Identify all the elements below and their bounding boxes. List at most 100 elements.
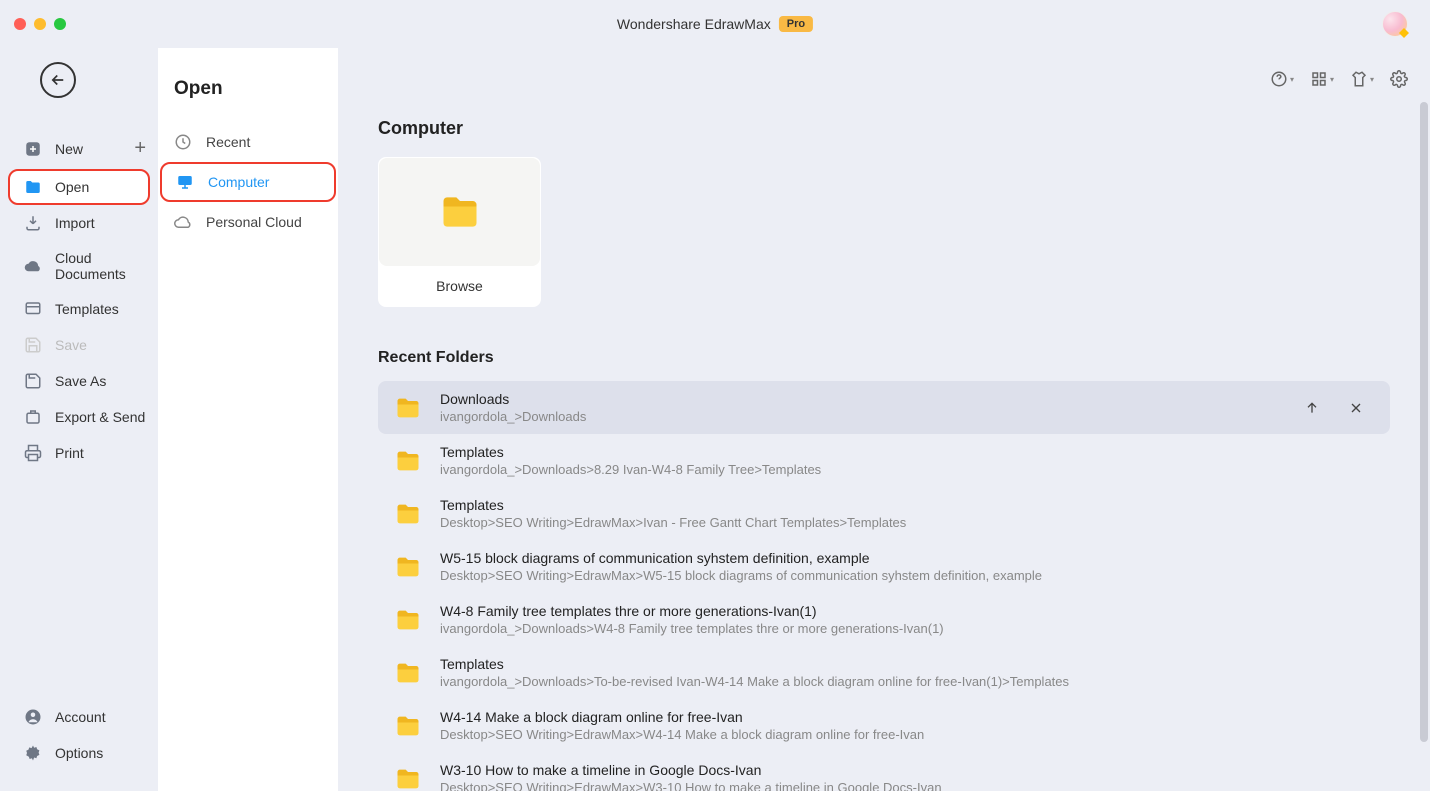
gear-icon	[24, 744, 42, 762]
browse-thumb	[379, 158, 540, 266]
folder-name: Templates	[440, 656, 1374, 672]
pin-up-icon[interactable]	[1304, 400, 1320, 416]
print-icon	[24, 444, 42, 462]
nav-sidebar: New + Open Import Cloud Documents Templa…	[0, 48, 158, 791]
folder-large-icon	[438, 190, 482, 234]
plus-square-icon	[24, 140, 42, 158]
open-item-label: Recent	[206, 134, 250, 150]
help-icon	[1270, 70, 1288, 88]
folder-text: W3-10 How to make a timeline in Google D…	[440, 762, 1374, 791]
monitor-icon	[176, 173, 194, 191]
shortcuts-menu[interactable]: ▾	[1310, 70, 1334, 88]
folder-name: Downloads	[440, 391, 1286, 407]
grid-icon	[1310, 70, 1328, 88]
folder-text: Downloads ivangordola_>Downloads	[440, 391, 1286, 424]
save-icon	[24, 336, 42, 354]
folder-name: W3-10 How to make a timeline in Google D…	[440, 762, 1374, 778]
folder-row[interactable]: Templates ivangordola_>Downloads>8.29 Iva…	[378, 434, 1390, 487]
scrollbar[interactable]	[1420, 102, 1428, 791]
folder-path: Desktop>SEO Writing>EdrawMax>Ivan - Free…	[440, 515, 1374, 530]
nav-item-cloud-documents[interactable]: Cloud Documents	[0, 241, 158, 291]
main-area: ▾ ▾ ▾ Computer Browse Recent Folders Dow…	[338, 48, 1430, 791]
folder-row[interactable]: W3-10 How to make a timeline in Google D…	[378, 752, 1390, 791]
nav-item-import[interactable]: Import	[0, 205, 158, 241]
minimize-window-button[interactable]	[34, 18, 46, 30]
folder-row[interactable]: W4-14 Make a block diagram online for fr…	[378, 699, 1390, 752]
cloud-outline-icon	[174, 213, 192, 231]
folder-name: W4-8 Family tree templates thre or more …	[440, 603, 1374, 619]
nav-label: Import	[55, 215, 95, 231]
maximize-window-button[interactable]	[54, 18, 66, 30]
folder-text: W5-15 block diagrams of communication sy…	[440, 550, 1374, 583]
toolbar-icons: ▾ ▾ ▾	[1270, 70, 1408, 88]
folder-icon	[394, 500, 422, 528]
nav-item-account[interactable]: Account	[0, 699, 158, 735]
user-avatar[interactable]	[1382, 11, 1408, 37]
nav-item-export-send[interactable]: Export & Send	[0, 399, 158, 435]
window-controls	[0, 18, 66, 30]
nav-label: Templates	[55, 301, 119, 317]
clock-icon	[174, 133, 192, 151]
app-title: Wondershare EdrawMax	[617, 16, 771, 32]
open-item-label: Computer	[208, 174, 269, 190]
theme-menu[interactable]: ▾	[1350, 70, 1374, 88]
titlebar: Wondershare EdrawMax Pro	[0, 0, 1430, 48]
nav-item-options[interactable]: Options	[0, 735, 158, 771]
folder-row[interactable]: Templates ivangordola_>Downloads>To-be-re…	[378, 646, 1390, 699]
open-panel-title: Open	[158, 78, 338, 100]
folder-name: W5-15 block diagrams of communication sy…	[440, 550, 1374, 566]
recent-folders-title: Recent Folders	[378, 349, 1390, 367]
folder-icon	[394, 606, 422, 634]
nav-item-open[interactable]: Open	[8, 169, 150, 205]
app-title-wrap: Wondershare EdrawMax Pro	[617, 16, 813, 32]
pro-badge: Pro	[779, 16, 813, 32]
nav-item-new[interactable]: New +	[0, 128, 158, 169]
folder-path: ivangordola_>Downloads	[440, 409, 1286, 424]
folder-icon	[394, 394, 422, 422]
nav-item-save-as[interactable]: Save As	[0, 363, 158, 399]
folder-icon	[394, 553, 422, 581]
folder-row[interactable]: W5-15 block diagrams of communication sy…	[378, 540, 1390, 593]
nav-label: Print	[55, 445, 84, 461]
scroll-thumb[interactable]	[1420, 102, 1428, 742]
gear-outline-icon	[1390, 70, 1408, 88]
folder-path: ivangordola_>Downloads>8.29 Ivan-W4-8 Fa…	[440, 462, 1374, 477]
nav-label: Save As	[55, 373, 106, 389]
nav-item-print[interactable]: Print	[0, 435, 158, 471]
browse-card[interactable]: Browse	[378, 157, 541, 307]
folder-icon	[394, 712, 422, 740]
open-item-computer[interactable]: Computer	[160, 162, 336, 202]
folder-text: W4-8 Family tree templates thre or more …	[440, 603, 1374, 636]
open-item-personal-cloud[interactable]: Personal Cloud	[158, 202, 338, 242]
open-item-recent[interactable]: Recent	[158, 122, 338, 162]
help-menu[interactable]: ▾	[1270, 70, 1294, 88]
folder-row[interactable]: Downloads ivangordola_>Downloads	[378, 381, 1390, 434]
settings-button[interactable]	[1390, 70, 1408, 88]
folder-row[interactable]: TemplatesDesktop>SEO Writing>EdrawMax>Iv…	[378, 487, 1390, 540]
recent-folders-list: Downloads ivangordola_>Downloads Templates…	[378, 381, 1390, 791]
folder-open-icon	[24, 178, 42, 196]
folder-name: W4-14 Make a block diagram online for fr…	[440, 709, 1374, 725]
folder-name: Templates	[440, 444, 1374, 460]
cloud-icon	[24, 257, 42, 275]
nav-label: New	[55, 141, 83, 157]
nav-label: Open	[55, 179, 89, 195]
folder-path: ivangordola_>Downloads>W4-8 Family tree …	[440, 621, 1374, 636]
nav-item-save: Save	[0, 327, 158, 363]
section-title-computer: Computer	[378, 118, 1390, 139]
folder-icon	[394, 447, 422, 475]
open-panel: Open Recent Computer Personal Cloud	[158, 48, 338, 791]
folder-path: ivangordola_>Downloads>To-be-revised Iva…	[440, 674, 1374, 689]
folder-row[interactable]: W4-8 Family tree templates thre or more …	[378, 593, 1390, 646]
back-button[interactable]	[40, 62, 76, 98]
save-as-icon	[24, 372, 42, 390]
nav-label: Save	[55, 337, 87, 353]
nav-item-templates[interactable]: Templates	[0, 291, 158, 327]
plus-icon: +	[134, 137, 146, 160]
close-window-button[interactable]	[14, 18, 26, 30]
nav-label: Cloud Documents	[55, 250, 146, 282]
import-icon	[24, 214, 42, 232]
account-icon	[24, 708, 42, 726]
browse-label: Browse	[379, 266, 540, 306]
remove-icon[interactable]	[1348, 400, 1364, 416]
